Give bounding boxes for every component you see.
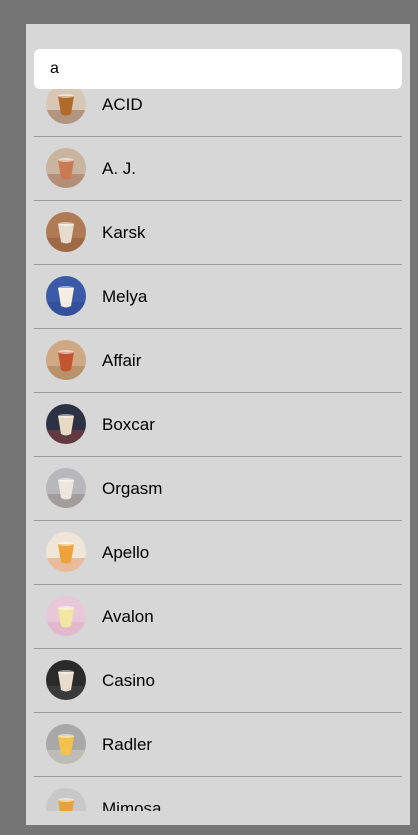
drink-name: Radler: [102, 735, 153, 754]
drink-name: A. J.: [102, 159, 137, 178]
drink-thumbnail: [46, 212, 86, 252]
drink-name: Casino: [102, 671, 155, 690]
list-item[interactable]: Radler: [34, 713, 402, 777]
list-item[interactable]: Avalon: [34, 585, 402, 649]
list-item[interactable]: ACID: [34, 89, 402, 137]
drink-list[interactable]: ACID A. J. Karsk Melya Affair Boxcar Orgasm Ape…: [34, 89, 402, 811]
drink-name: Karsk: [102, 223, 146, 242]
list-item[interactable]: A. J.: [34, 137, 402, 201]
drink-panel: ACID A. J. Karsk Melya Affair Boxcar Orgasm Ape…: [26, 24, 410, 825]
search-input[interactable]: [50, 60, 386, 78]
drink-thumbnail: [46, 89, 86, 124]
list-item[interactable]: Mimosa: [34, 777, 402, 811]
drink-thumbnail: [46, 724, 86, 764]
list-item[interactable]: Karsk: [34, 201, 402, 265]
drink-thumbnail: [46, 340, 86, 380]
drink-name: Orgasm: [102, 479, 163, 498]
list-item[interactable]: Boxcar: [34, 393, 402, 457]
list-item[interactable]: Affair: [34, 329, 402, 393]
drink-thumbnail: [46, 788, 86, 811]
drink-thumbnail: [46, 532, 86, 572]
drink-thumbnail: [46, 148, 86, 188]
drink-name: Apello: [102, 543, 150, 562]
drink-name: Affair: [102, 351, 142, 370]
drink-name: ACID: [102, 95, 143, 114]
list-item[interactable]: Melya: [34, 265, 402, 329]
drink-thumbnail: [46, 660, 86, 700]
drink-name: Mimosa: [102, 799, 162, 811]
drink-thumbnail: [46, 404, 86, 444]
drink-name: Boxcar: [102, 415, 155, 434]
list-item[interactable]: Apello: [34, 521, 402, 585]
drink-name: Melya: [102, 287, 148, 306]
search-box[interactable]: [34, 49, 402, 89]
drink-name: Avalon: [102, 607, 154, 626]
drink-thumbnail: [46, 596, 86, 636]
drink-thumbnail: [46, 468, 86, 508]
list-item[interactable]: Casino: [34, 649, 402, 713]
list-item[interactable]: Orgasm: [34, 457, 402, 521]
drink-list-items: ACID A. J. Karsk Melya Affair Boxcar Orgasm Ape…: [34, 89, 402, 811]
drink-thumbnail: [46, 276, 86, 316]
